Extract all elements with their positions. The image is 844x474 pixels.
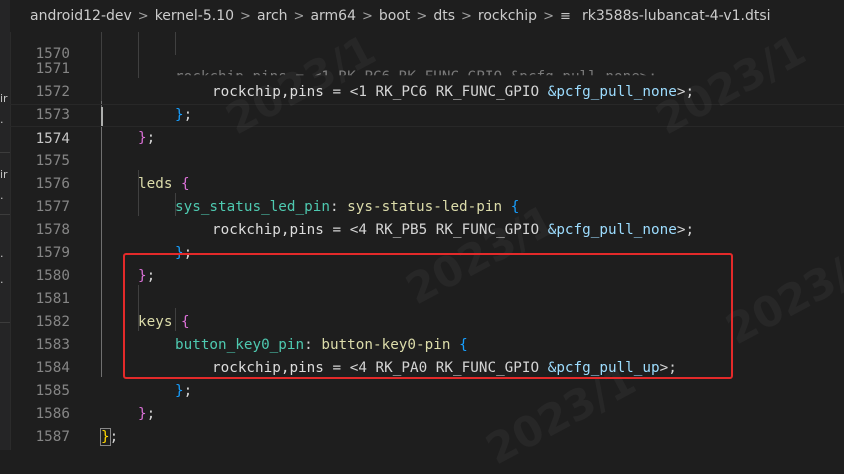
chevron-right-icon: > [543,8,554,24]
text-cursor [101,107,103,126]
code-line: 1573 }; [10,81,844,146]
breadcrumb-file[interactable]: rk3588s-lubancat-4-v1.dtsi [582,8,771,24]
strip-fragment: ir [0,92,8,105]
chevron-right-icon: > [240,8,251,24]
code-line: 1587 [10,403,844,445]
chevron-right-icon: > [416,8,428,24]
strip-dots: · [0,276,4,289]
breadcrumb-item[interactable]: arm64 [310,8,356,24]
breadcrumb-item[interactable]: kernel-5.10 [155,8,234,24]
code-line: 1572 }; [10,58,844,123]
current-line[interactable]: 1574 [10,104,844,147]
code-line: 1586 }; [10,380,844,446]
code-line: 1585 }; [10,357,844,422]
code-line: 1576 sys_status_led_pin: sys-status-led-… [10,150,844,215]
strip-divider [0,214,10,215]
breadcrumb: android12-dev > kernel-5.10 > arch > arm… [10,0,844,32]
strip-divider [0,322,10,323]
chevron-right-icon: > [137,8,149,24]
breadcrumb-item[interactable]: rockchip [478,8,537,24]
strip-dots: · [0,116,4,129]
file-lines-icon: ≡ [559,8,571,24]
code-line: 1578 }; [10,196,844,261]
code-line: 1579 }; [10,219,844,284]
breadcrumb-item[interactable]: arch [257,8,288,24]
line-number: 1587 [35,429,70,445]
chevron-right-icon: > [461,8,472,24]
semicolon: ; [109,429,119,445]
code-line: 1584 }; [10,334,844,399]
code-editor[interactable]: 1570 rockchip,pins = <1 RK_PC6 RK_FUNC_G… [10,32,844,450]
strip-dots: · [0,250,4,263]
code-line: 1582 button_key0_pin: button-key0-pin { [10,288,844,353]
code-line: 1580 [10,242,844,284]
matched-close-brace: } [100,428,111,446]
code-line: 1575 leds { [10,127,844,192]
strip-dots: · [0,192,4,205]
strip-divider [0,152,10,153]
strip-fragment: ir [0,168,8,181]
code-line: 1583 rockchip,pins = <4 RK_PA0 RK_FUNC_G… [10,311,844,376]
breadcrumb-item[interactable]: android12-dev [30,8,132,24]
code-line: 1581 keys { [10,265,844,330]
code-text: }; [100,426,119,449]
chevron-right-icon: > [362,8,373,24]
chevron-right-icon: > [293,8,305,24]
breadcrumb-item[interactable]: dts [433,8,455,24]
code-line: 1571 rockchip,pins = <1 RK_PC6 RK_FUNC_G… [10,35,844,100]
breadcrumb-item[interactable]: boot [379,8,411,24]
code-line: 1577 rockchip,pins = <4 RK_PB5 RK_FUNC_G… [10,173,844,238]
